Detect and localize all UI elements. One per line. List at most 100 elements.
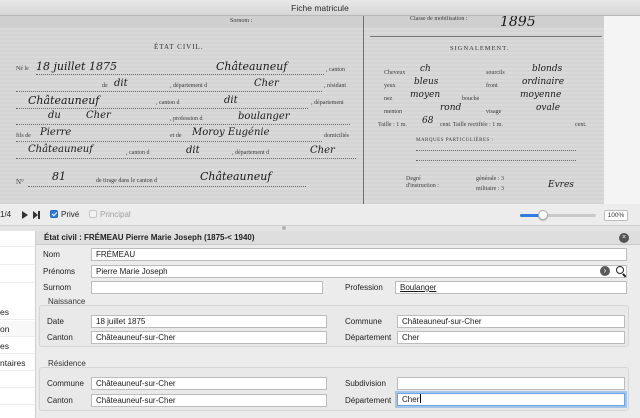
form-title: État civil : FRÉMEAU Pierre Marie Joseph… bbox=[44, 233, 255, 242]
residence-subdivision-field[interactable] bbox=[397, 377, 625, 390]
residence-departement-value: Cher bbox=[402, 395, 420, 404]
doc-profession-label: , profession d bbox=[170, 116, 203, 122]
checkbox-checked-icon[interactable] bbox=[50, 210, 58, 218]
doc-mother-value: Moroy Eugénie bbox=[192, 127, 270, 138]
residence-commune-label: Commune bbox=[47, 379, 84, 388]
doc-classe-value: 1895 bbox=[500, 16, 536, 30]
arrow-right-icon[interactable]: › bbox=[600, 266, 610, 276]
doc-dept2-value: Cher bbox=[86, 110, 111, 121]
residence-title: Résidence bbox=[48, 359, 86, 368]
doc-domicilies-label: domiciliés bbox=[324, 133, 349, 139]
etat-civil-panel: Sornom : ÉTAT CIVIL. Né le 18 juillet 18… bbox=[6, 16, 364, 204]
doc-departement-value: Cher bbox=[254, 78, 279, 89]
profession-value: Boulanger bbox=[400, 283, 437, 292]
category-sidebar: es on es ntaires bbox=[0, 231, 36, 418]
doc-front-value: ordinaire bbox=[522, 77, 565, 87]
doc-taille-rect-unit: cent. bbox=[575, 122, 587, 128]
zoom-slider[interactable] bbox=[520, 210, 596, 220]
profession-field[interactable]: Boulanger bbox=[395, 281, 627, 294]
doc-rule bbox=[36, 74, 324, 75]
residence-departement-label: Département bbox=[345, 396, 392, 405]
sidebar-item[interactable]: es bbox=[0, 338, 35, 354]
sidebar-item[interactable]: ntaires bbox=[0, 355, 35, 371]
doc-yeux-label: yeux bbox=[384, 83, 396, 89]
residence-subdivision-label: Subdivision bbox=[345, 379, 386, 388]
doc-canton-de-label: , canton d bbox=[156, 100, 180, 106]
surnom-label: Surnom bbox=[43, 283, 72, 292]
doc-rule bbox=[416, 150, 576, 151]
doc-militaire-label: militaire : 3 bbox=[476, 186, 504, 192]
principal-checkbox[interactable]: Principal bbox=[89, 210, 131, 219]
doc-classe-label: Classe de mobilisation : bbox=[410, 16, 468, 22]
doc-visage-label: visage bbox=[486, 109, 502, 115]
doc-visage-value: ovale bbox=[536, 103, 561, 113]
surnom-field[interactable] bbox=[91, 281, 323, 294]
sidebar-item[interactable] bbox=[0, 249, 35, 265]
doc-menton-label: menton bbox=[384, 109, 402, 115]
principal-label: Principal bbox=[100, 210, 131, 219]
nom-label: Nom bbox=[43, 250, 60, 259]
doc-signalement-heading: SIGNALEMENT. bbox=[450, 45, 510, 52]
sidebar-item[interactable] bbox=[0, 389, 35, 405]
profession-label: Profession bbox=[345, 283, 383, 292]
residence-departement-field[interactable]: Cher bbox=[397, 393, 625, 406]
sidebar-item[interactable] bbox=[0, 372, 35, 388]
form-header: État civil : FRÉMEAU Pierre Marie Joseph… bbox=[36, 231, 640, 245]
zoom-level[interactable]: 100% bbox=[604, 210, 628, 221]
signalement-panel: Classe de mobilisation : 1895 SIGNALEMEN… bbox=[370, 16, 602, 204]
sidebar-item-selected[interactable]: on bbox=[0, 321, 35, 337]
next-page-icon[interactable] bbox=[22, 211, 28, 219]
doc-dept2-label: , département bbox=[311, 100, 344, 106]
naissance-commune-field[interactable]: Châteauneuf-sur-Cher bbox=[397, 315, 625, 328]
doc-no-label: N° bbox=[16, 178, 24, 186]
sidebar-item[interactable] bbox=[0, 267, 35, 283]
nom-field[interactable]: FRÉMEAU bbox=[91, 248, 627, 261]
doc-canton3-label: , canton d bbox=[126, 150, 150, 156]
page-indicator: 1/4 bbox=[0, 210, 12, 219]
doc-canton-label: , canton bbox=[326, 67, 345, 73]
naissance-departement-label: Département bbox=[345, 333, 392, 342]
prive-checkbox[interactable]: Privé bbox=[50, 210, 79, 219]
doc-profession-value: boulanger bbox=[238, 111, 290, 122]
doc-a-value: Châteauneuf bbox=[216, 60, 288, 73]
zoom-slider-knob[interactable] bbox=[537, 210, 548, 220]
doc-generale-label: générale : 3 bbox=[476, 176, 504, 182]
splitter-handle-icon[interactable] bbox=[282, 226, 286, 230]
doc-nez-value: moyen bbox=[410, 90, 441, 100]
doc-surnom-label: Sornom : bbox=[230, 18, 253, 24]
doc-taille-label: Taille : 1 m. bbox=[378, 122, 407, 128]
sidebar-item[interactable] bbox=[0, 231, 35, 247]
doc-rule bbox=[28, 186, 306, 187]
viewer-toolbar: 1/4 Privé Principal 100% bbox=[0, 204, 640, 226]
scanned-register-page: Sornom : ÉTAT CIVIL. Né le 18 juillet 18… bbox=[0, 16, 604, 204]
doc-cheveux-value: ch bbox=[420, 64, 431, 74]
doc-tirage-label: de tirage dans le canton d bbox=[96, 178, 158, 184]
doc-nez-label: nez bbox=[384, 96, 393, 102]
prenoms-label: Prénoms bbox=[43, 267, 76, 276]
doc-menton-value: rond bbox=[440, 103, 462, 113]
search-icon[interactable] bbox=[616, 266, 627, 277]
doc-rule bbox=[16, 141, 322, 142]
sidebar-item[interactable] bbox=[0, 406, 35, 418]
doc-yeux-value: bleus bbox=[414, 77, 439, 87]
residence-commune-field[interactable]: Châteauneuf-sur-Cher bbox=[91, 377, 327, 390]
doc-cheveux-label: Cheveux bbox=[384, 70, 406, 76]
residence-canton-field[interactable]: Châteauneuf-sur-Cher bbox=[91, 394, 327, 407]
window-title: Fiche matricule bbox=[0, 0, 640, 16]
checkbox-disabled-icon[interactable] bbox=[89, 210, 97, 218]
doc-dept2-prefix-value: du bbox=[48, 110, 61, 121]
text-caret bbox=[420, 394, 422, 403]
prenoms-field[interactable]: Pierre Marie Joseph bbox=[91, 265, 627, 278]
doc-etat-civil-heading: ÉTAT CIVIL. bbox=[154, 43, 204, 51]
doc-taille-value: 68 bbox=[422, 116, 434, 126]
naissance-departement-field[interactable]: Cher bbox=[397, 331, 625, 344]
naissance-canton-field[interactable]: Châteauneuf-sur-Cher bbox=[91, 331, 327, 344]
doc-departement-label: , département d bbox=[170, 83, 208, 89]
sidebar-item[interactable]: es bbox=[0, 304, 35, 320]
naissance-date-field[interactable]: 18 juillet 1875 bbox=[91, 315, 327, 328]
doc-divider bbox=[370, 36, 602, 37]
last-page-icon[interactable] bbox=[33, 211, 41, 219]
close-icon[interactable]: × bbox=[619, 233, 629, 243]
document-viewer[interactable]: Sornom : ÉTAT CIVIL. Né le 18 juillet 18… bbox=[0, 16, 640, 204]
doc-rule bbox=[16, 124, 350, 125]
